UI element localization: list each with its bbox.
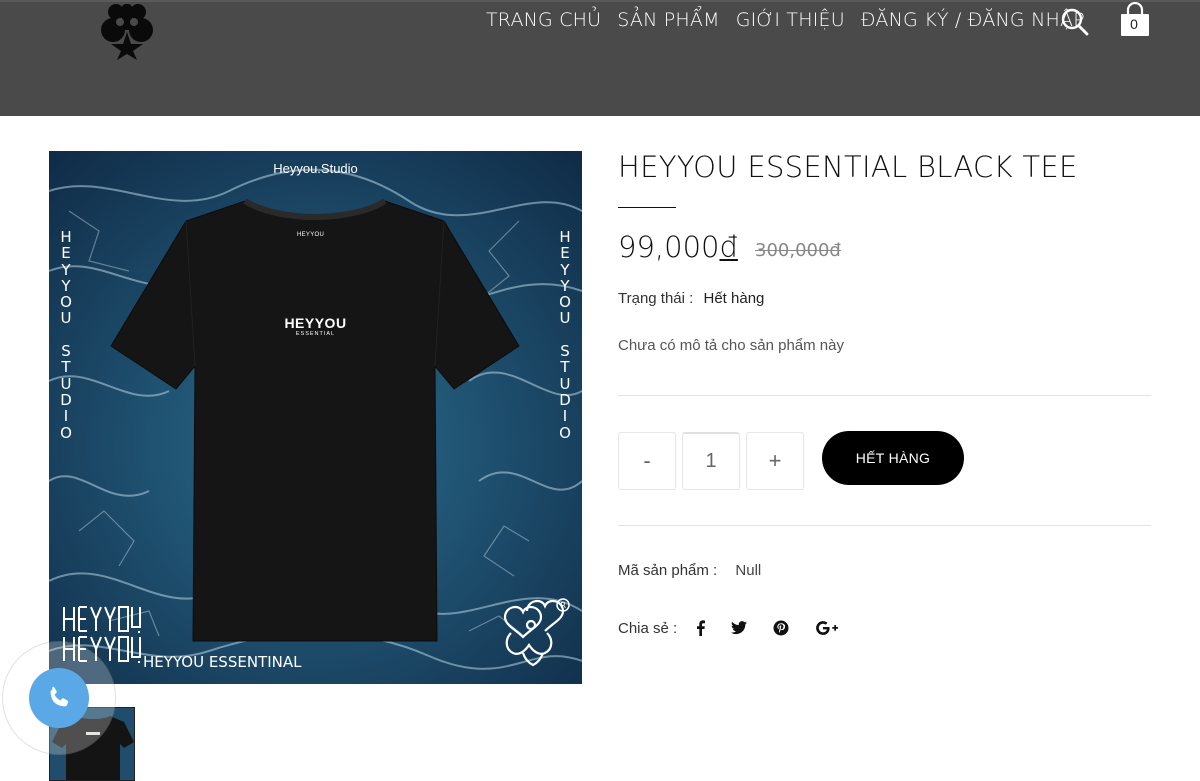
main-nav: TRANG CHỦ SẢN PHẨM GIỚI THIỆU ĐĂNG KÝ / … xyxy=(486,9,1085,31)
divider-top xyxy=(618,395,1151,396)
svg-text:R: R xyxy=(561,601,567,610)
shirt-sub-text: ESSENTIAL xyxy=(295,331,336,337)
nav-about[interactable]: GIỚI THIỆU xyxy=(736,9,845,31)
quantity-increase-button[interactable]: + xyxy=(746,432,804,490)
neck-label: HEYYOU xyxy=(297,232,325,238)
nav-products[interactable]: SẢN PHẨM xyxy=(617,9,719,31)
nav-login-register[interactable]: ĐĂNG KÝ / ĐĂNG NHẬP xyxy=(861,9,1085,31)
shirt-brand-text: HEYYOU xyxy=(284,315,347,331)
quantity-decrease-button[interactable]: - xyxy=(618,432,676,490)
phone-icon xyxy=(50,686,69,707)
sku-label: Mã sản phẩm : xyxy=(618,562,718,579)
call-button[interactable] xyxy=(29,668,89,728)
product-title: HEYYOU ESSENTIAL BLACK TEE xyxy=(618,150,1078,184)
cart-count: 0 xyxy=(1130,16,1138,32)
share-label: Chia sẻ : xyxy=(618,620,678,637)
bottom-brand-text: HEYYOU ESSENTINAL xyxy=(143,653,302,671)
sku-value: Null xyxy=(735,562,762,579)
price-value: 99,000 xyxy=(618,230,720,264)
twitter-icon[interactable] xyxy=(731,618,747,638)
old-price: 300,000đ xyxy=(755,240,841,261)
product-description: Chưa có mô tả cho sản phẩm này xyxy=(618,337,844,354)
title-divider xyxy=(618,207,676,208)
status-label: Trạng thái : xyxy=(618,290,694,307)
image-watermark: Heyyou.Studio xyxy=(273,161,358,176)
product-sku: Mã sản phẩm : Null xyxy=(618,562,761,579)
product-main-image[interactable]: Heyyou.Studio HEYYOU STUDIO HEYYOU STUDI… xyxy=(49,151,582,684)
facebook-icon[interactable] xyxy=(694,618,706,638)
quantity-input[interactable] xyxy=(682,432,740,490)
google-plus-icon[interactable] xyxy=(816,618,838,638)
site-header: TRANG CHỦ SẢN PHẨM GIỚI THIỆU ĐĂNG KÝ / … xyxy=(0,0,1200,116)
logo[interactable] xyxy=(96,0,158,60)
nav-home[interactable]: TRANG CHỦ xyxy=(486,9,601,31)
header-top-border xyxy=(0,0,1200,2)
divider-bottom xyxy=(618,525,1151,526)
search-icon[interactable] xyxy=(1061,8,1089,36)
stock-status: Trạng thái : Hết hàng xyxy=(618,290,764,307)
pinterest-icon[interactable] xyxy=(773,618,789,638)
sold-out-button[interactable]: HẾT HÀNG xyxy=(822,431,964,485)
product-price: 99,000đ xyxy=(618,230,738,264)
status-value: Hết hàng xyxy=(703,290,765,307)
price-currency: đ xyxy=(719,230,738,264)
bird-logo-mark: R xyxy=(503,598,570,667)
